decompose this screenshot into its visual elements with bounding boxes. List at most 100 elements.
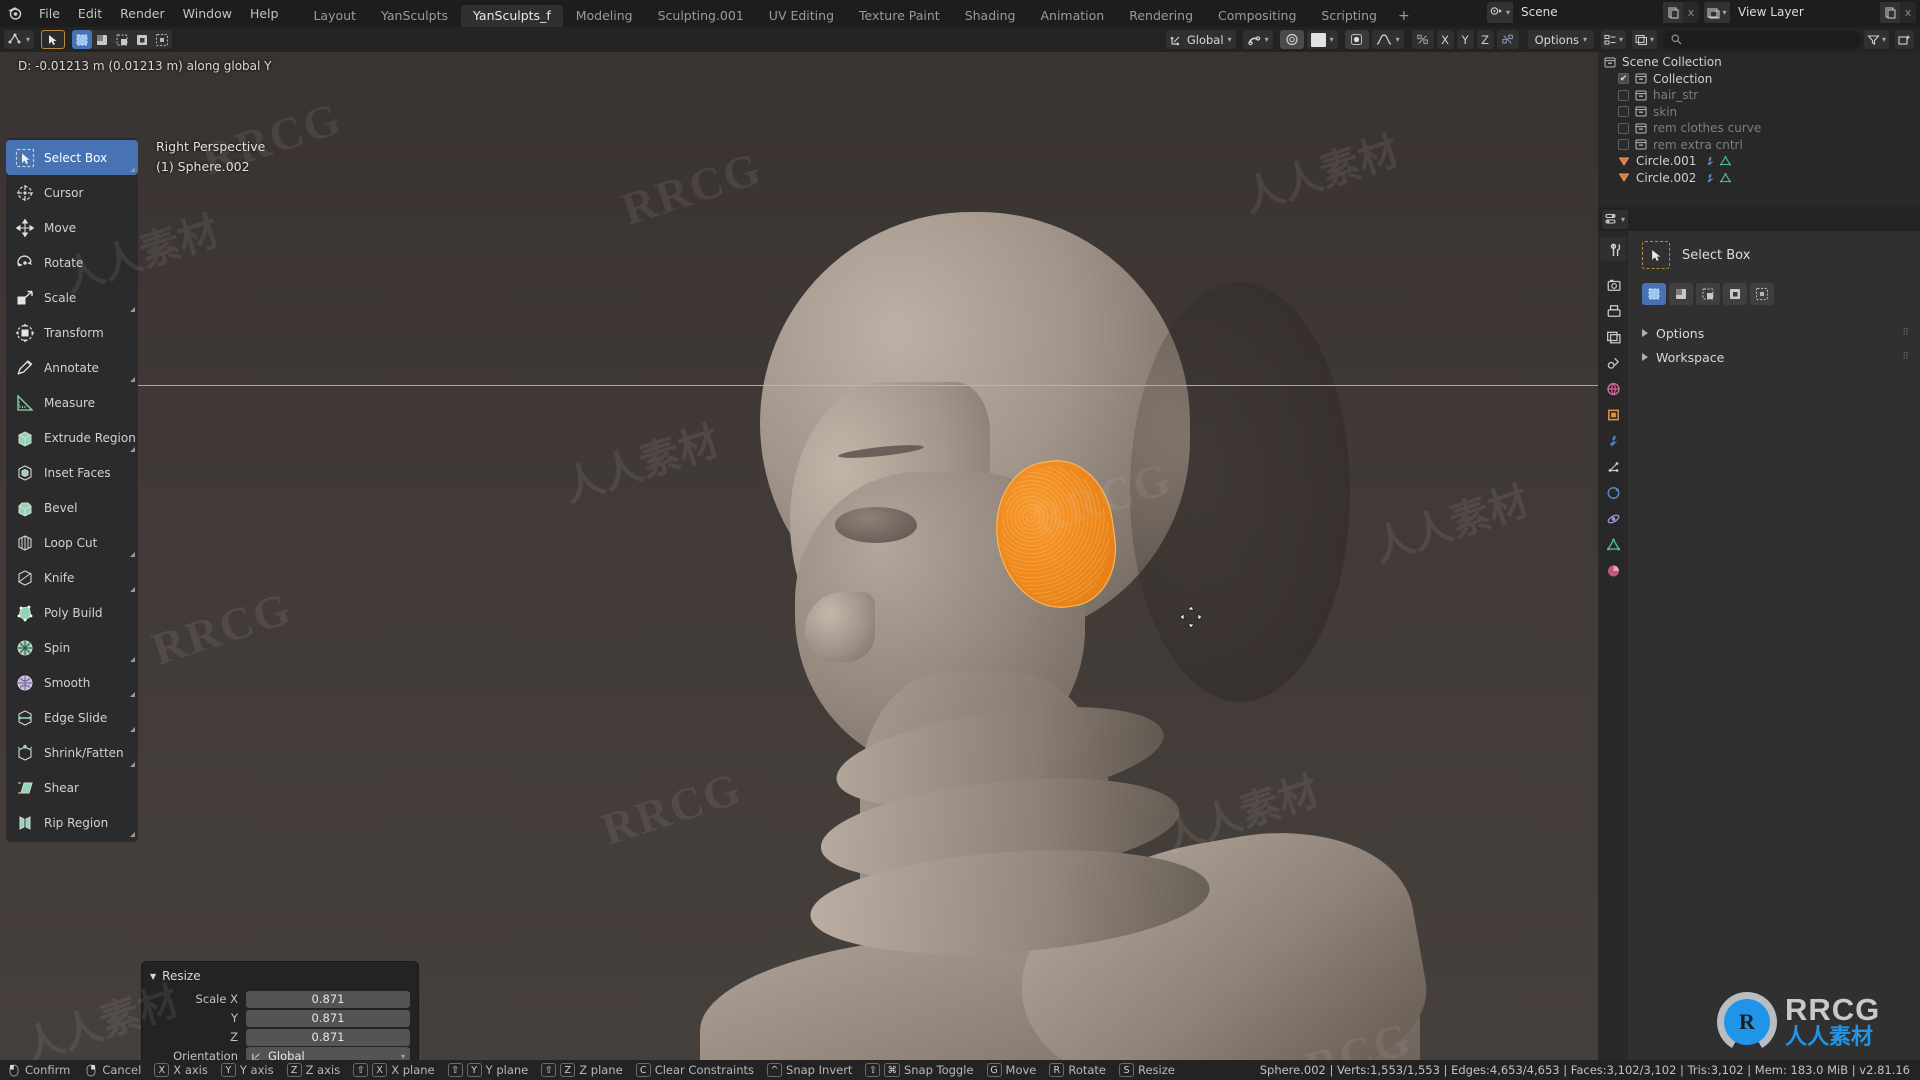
falloff-curve-dropdown[interactable]: ▾: [1371, 30, 1404, 49]
material-tab-icon[interactable]: [1600, 559, 1626, 583]
tool-smooth[interactable]: Smooth: [6, 665, 138, 700]
lasso-select-icon[interactable]: [132, 30, 152, 49]
scene-tab-icon[interactable]: [1600, 351, 1626, 375]
section-grip-icon[interactable]: ⠿: [1902, 352, 1910, 362]
operator-redo-panel[interactable]: ▼ Resize Scale X 0.871 Y 0.871 Z 0.871 Orient…: [142, 962, 418, 1064]
outliner-row-rem-clothes-curve[interactable]: rem clothes curve: [1598, 120, 1920, 137]
outliner-row-rem-extra-cntrl[interactable]: rem extra cntrl: [1598, 137, 1920, 154]
outliner-row-circle-001[interactable]: Circle.001◉: [1598, 153, 1920, 170]
outliner-checkbox[interactable]: [1618, 106, 1629, 118]
workspace-tab-yansculpts-f[interactable]: YanSculpts_f: [461, 5, 563, 27]
properties-tab-column[interactable]: [1598, 231, 1628, 1064]
outliner-row-skin[interactable]: skin: [1598, 104, 1920, 121]
outliner-row-scene-collection[interactable]: Scene Collection: [1598, 54, 1920, 71]
outliner-row-hair-str[interactable]: hair_str: [1598, 87, 1920, 104]
viewlayer-name[interactable]: View Layer: [1730, 2, 1880, 23]
snap-dropdown[interactable]: ▾: [1242, 30, 1273, 49]
tool-rotate[interactable]: Rotate: [6, 245, 138, 280]
tool-extrude-region[interactable]: Extrude Region: [6, 420, 138, 455]
operator-row[interactable]: Y 0.871: [150, 1009, 410, 1027]
workspace-tab-layout[interactable]: Layout: [301, 5, 368, 27]
tool-poly-build[interactable]: Poly Build: [6, 595, 138, 630]
tool-shear[interactable]: Shear: [6, 770, 138, 805]
tool-scale[interactable]: Scale: [6, 280, 138, 315]
workspace-tab-modeling[interactable]: Modeling: [564, 5, 645, 27]
tool-submenu-indicator[interactable]: [130, 167, 135, 172]
outliner-editor[interactable]: ▾ ▾ ▾ Scene Collection ✔ Collection hair…: [1598, 27, 1920, 207]
tool-tab-icon[interactable]: [1600, 237, 1626, 261]
workspace-tab-rendering[interactable]: Rendering: [1117, 5, 1205, 27]
menu-file[interactable]: File: [30, 0, 69, 27]
particles-tab-icon[interactable]: [1600, 455, 1626, 479]
workspace-tab-shading[interactable]: Shading: [953, 5, 1028, 27]
outliner-row-datablocks[interactable]: [1704, 156, 1732, 166]
viewlayer-remove-button[interactable]: x: [1900, 2, 1916, 23]
outliner-tree[interactable]: Scene Collection✔Collection◉hair_strskin…: [1598, 52, 1920, 186]
render-tab-icon[interactable]: [1600, 273, 1626, 297]
new-collection-icon[interactable]: [1895, 30, 1914, 49]
scene-selector[interactable]: ▾ Scene x: [1487, 2, 1699, 23]
workspace-tab-texture-paint[interactable]: Texture Paint: [847, 5, 952, 27]
tool-shrink-fatten[interactable]: Shrink/Fatten: [6, 735, 138, 770]
workspace-tab-yansculpts[interactable]: YanSculpts: [369, 5, 460, 27]
menu-help[interactable]: Help: [241, 0, 288, 27]
select-invert-icon[interactable]: [1723, 283, 1747, 305]
workspace-tab-compositing[interactable]: Compositing: [1206, 5, 1308, 27]
tool-spin[interactable]: Spin: [6, 630, 138, 665]
viewport-toolbar[interactable]: Select Box Cursor Move Rotate Scale Transform…: [6, 138, 138, 842]
tool-edge-slide[interactable]: Edge Slide: [6, 700, 138, 735]
proportional-editing-toggle[interactable]: [1279, 30, 1304, 49]
tool-annotate[interactable]: Annotate: [6, 350, 138, 385]
tool-transform[interactable]: Transform: [6, 315, 138, 350]
menu-edit[interactable]: Edit: [69, 0, 111, 27]
scene-name[interactable]: Scene: [1513, 2, 1663, 23]
tool-measure[interactable]: Measure: [6, 385, 138, 420]
output-tab-icon[interactable]: [1600, 299, 1626, 323]
circle-select-icon[interactable]: [112, 30, 132, 49]
select-mode-buttons[interactable]: [1642, 283, 1910, 305]
mirror-icon-button[interactable]: [1411, 30, 1434, 49]
outliner-filter-button[interactable]: ▾: [1863, 30, 1889, 49]
tool-submenu-indicator[interactable]: [130, 377, 135, 382]
tool-submenu-indicator[interactable]: [130, 307, 135, 312]
workspace-tab-sculpting-001[interactable]: Sculpting.001: [646, 5, 756, 27]
section-grip-icon[interactable]: ⠿: [1902, 328, 1910, 338]
tool-submenu-indicator[interactable]: [130, 762, 135, 767]
tool-bevel[interactable]: Bevel: [6, 490, 138, 525]
tool-rip-region[interactable]: Rip Region: [6, 805, 138, 840]
mirror-x-toggle[interactable]: X: [1436, 30, 1454, 49]
select-all-icon[interactable]: [152, 30, 172, 49]
falloff-dropdown[interactable]: ▾: [1306, 30, 1338, 49]
outliner-row-collection[interactable]: ✔Collection◉: [1598, 71, 1920, 88]
outliner-display-mode-button[interactable]: ▾: [1601, 30, 1627, 49]
operator-row[interactable]: Scale X 0.871: [150, 990, 410, 1008]
tool-knife[interactable]: Knife: [6, 560, 138, 595]
constraints-tab-icon[interactable]: [1600, 507, 1626, 531]
proportional-connected-toggle[interactable]: [1344, 30, 1369, 49]
tool-move[interactable]: Move: [6, 210, 138, 245]
view-layer-tab-icon[interactable]: [1600, 325, 1626, 349]
tool-select-box[interactable]: Select Box: [6, 140, 138, 175]
tool-loop-cut[interactable]: Loop Cut: [6, 525, 138, 560]
new-viewlayer-icon[interactable]: [1880, 2, 1900, 23]
properties-editor[interactable]: ▾ Select Box Options ⠿ Workspace ⠿: [1598, 207, 1920, 1064]
tool-inset-faces[interactable]: Inset Faces: [6, 455, 138, 490]
outliner-checkbox[interactable]: [1618, 89, 1629, 101]
3d-viewport[interactable]: D: -0.01213 m (0.01213 m) along global Y…: [0, 52, 1598, 1064]
menu-render[interactable]: Render: [111, 0, 174, 27]
tool-submenu-indicator[interactable]: [130, 587, 135, 592]
outliner-checkbox[interactable]: ✔: [1618, 73, 1629, 85]
search-input[interactable]: [1663, 30, 1861, 49]
tweak-tool-button[interactable]: [41, 30, 66, 49]
tool-submenu-indicator[interactable]: [130, 447, 135, 452]
operator-field-value[interactable]: 0.871: [246, 990, 410, 1008]
select-extend-icon[interactable]: [1669, 283, 1693, 305]
transform-orientation-dropdown[interactable]: Global ▾: [1165, 30, 1236, 49]
editor-type-button[interactable]: ▾: [4, 30, 35, 49]
outliner-checkbox[interactable]: [1618, 122, 1629, 134]
outliner-checkbox[interactable]: [1618, 139, 1629, 151]
mirror-z-toggle[interactable]: Z: [1476, 30, 1494, 49]
operator-field-value[interactable]: 0.871: [246, 1028, 410, 1046]
tool-submenu-indicator[interactable]: [130, 552, 135, 557]
viewlayer-selector[interactable]: ▾ View Layer x: [1704, 2, 1916, 23]
